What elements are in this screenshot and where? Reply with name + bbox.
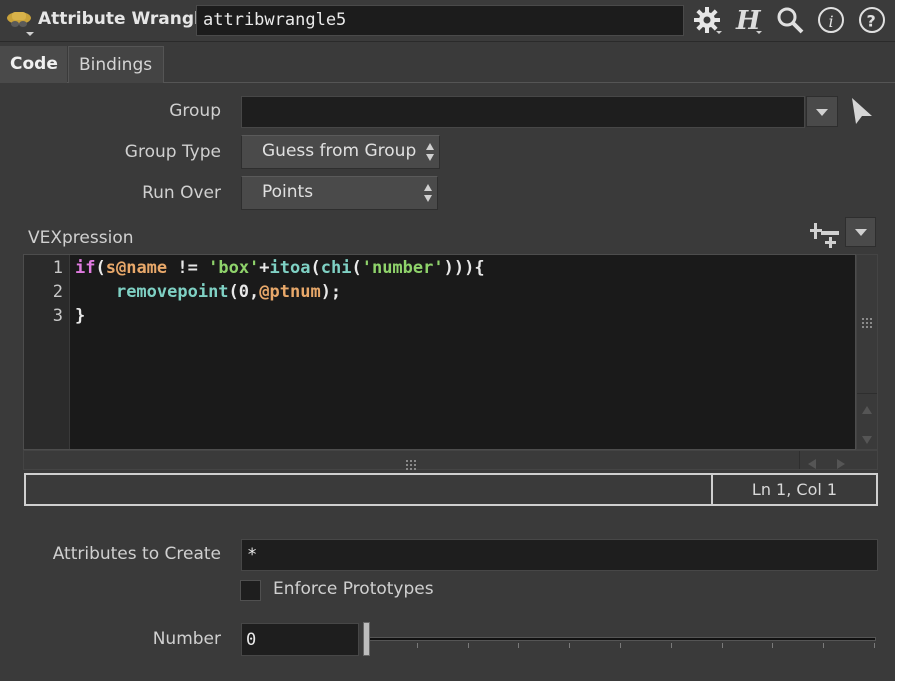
slider-tick — [721, 643, 723, 648]
run-over-label: Run Over — [142, 183, 221, 203]
slider-tick — [772, 643, 774, 648]
number-slider-track[interactable] — [366, 637, 876, 641]
code-line[interactable]: } — [75, 306, 85, 326]
spinner-arrows-icon — [424, 184, 432, 202]
svg-text:i: i — [829, 12, 834, 31]
code-token: ( — [351, 258, 362, 278]
code-line[interactable]: if(s@name != 'box'+itoa(chi('number'))){ — [75, 258, 485, 278]
code-token: != — [167, 258, 209, 278]
number-slider-handle[interactable] — [363, 622, 370, 656]
code-token: ( — [95, 258, 106, 278]
select-arrow-icon[interactable] — [848, 96, 874, 126]
line-number: 3 — [52, 306, 63, 326]
enforce-prototypes-checkbox[interactable] — [240, 580, 261, 601]
slider-tick — [670, 643, 672, 648]
attributes-to-create-field[interactable]: * — [241, 539, 878, 571]
line-number: 2 — [52, 282, 63, 302]
line-number: 1 — [52, 258, 63, 278]
code-token: ( — [310, 258, 321, 278]
node-type-label: Attribute Wrangle — [38, 9, 212, 29]
code-line[interactable]: removepoint(0,@ptnum); — [75, 282, 341, 302]
attributes-to-create-label: Attributes to Create — [52, 544, 221, 564]
spinner-arrows-icon — [426, 143, 434, 161]
vex-code-editor[interactable]: 1 2 3 if(s@name != 'box'+itoa(chi('numbe… — [23, 254, 856, 450]
group-dropdown-button[interactable] — [806, 96, 838, 127]
tab-bar: Code Bindings — [0, 43, 895, 83]
code-token: 'box' — [208, 258, 260, 278]
tab-bindings[interactable]: Bindings — [68, 46, 164, 83]
code-token: ))){ — [443, 258, 485, 278]
code-token: ); — [320, 282, 342, 302]
code-token: @ptnum — [259, 282, 321, 302]
slider-tick — [467, 643, 469, 648]
number-label: Number — [152, 629, 221, 649]
grip-icon[interactable] — [406, 455, 418, 475]
slider-tick — [518, 643, 520, 648]
code-token: s@name — [105, 258, 168, 278]
svg-text:H: H — [735, 6, 762, 35]
code-token: 'number' — [361, 258, 444, 278]
number-field[interactable]: 0 — [241, 623, 359, 656]
code-token: (0, — [228, 282, 260, 302]
slider-tick — [416, 643, 418, 648]
grip-icon[interactable] — [862, 315, 872, 328]
tab-code[interactable]: Code — [0, 46, 67, 83]
code-token: } — [75, 306, 86, 326]
run-over-menu[interactable]: Points — [241, 176, 438, 210]
scroll-up-icon[interactable] — [861, 400, 873, 420]
chevron-down-icon — [854, 229, 867, 236]
cursor-position-status: Ln 1, Col 1 — [751, 480, 838, 499]
group-type-menu[interactable]: Guess from Group — [241, 135, 440, 169]
code-token: if — [75, 258, 96, 278]
code-token: itoa — [269, 258, 311, 278]
enforce-prototypes-label: Enforce Prototypes — [273, 579, 434, 599]
editor-horizontal-scrollbar[interactable] — [23, 450, 878, 470]
chevron-down-icon — [816, 108, 828, 116]
search-icon[interactable] — [775, 5, 805, 35]
add-spare-parm-icon[interactable] — [809, 220, 841, 250]
run-over-value: Points — [262, 182, 314, 202]
slider-tick — [823, 643, 825, 648]
group-type-label: Group Type — [124, 142, 221, 162]
group-label: Group — [169, 101, 221, 121]
wrangle-node-icon[interactable] — [4, 6, 34, 36]
group-field[interactable] — [241, 96, 805, 128]
group-type-value: Guess from Group — [262, 141, 417, 161]
node-name-field[interactable]: attribwrangle5 — [196, 5, 684, 36]
info-icon[interactable]: i — [816, 5, 846, 35]
editor-status-bar: Ln 1, Col 1 — [24, 473, 878, 506]
parameter-panel: Attribute Wrangle attribwrangle5 H i ? C… — [0, 0, 895, 681]
code-token: removepoint — [115, 282, 229, 302]
editor-vertical-scrollbar[interactable] — [856, 254, 878, 450]
code-token: chi — [320, 258, 352, 278]
code-token: + — [259, 258, 270, 278]
gear-icon[interactable] — [692, 5, 722, 35]
svg-text:?: ? — [867, 12, 876, 31]
houdini-help-icon[interactable]: H — [733, 5, 763, 35]
slider-tick — [569, 643, 571, 648]
scroll-down-icon[interactable] — [861, 430, 873, 450]
scroll-right-icon[interactable] — [836, 455, 846, 475]
node-header: Attribute Wrangle attribwrangle5 H i ? — [0, 0, 895, 42]
vex-snippet-dropdown-button[interactable] — [845, 217, 876, 247]
slider-tick — [620, 643, 621, 648]
line-number-gutter: 1 2 3 — [24, 255, 70, 449]
slider-tick — [874, 643, 875, 648]
help-icon[interactable]: ? — [857, 5, 887, 35]
scroll-left-icon[interactable] — [807, 455, 817, 475]
vexpression-label: VEXpression — [28, 228, 134, 248]
